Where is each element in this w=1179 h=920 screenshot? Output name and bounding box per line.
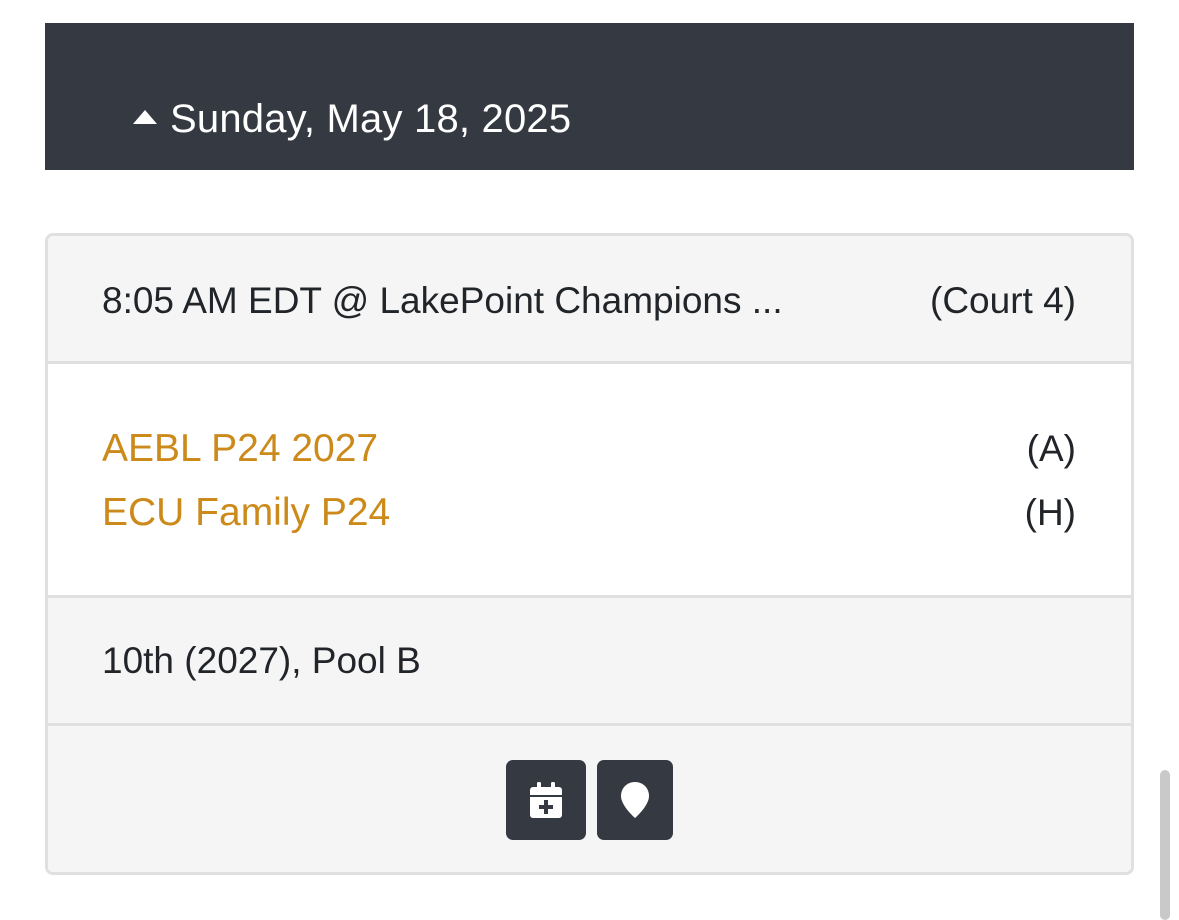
game-teams: AEBL P24 2027 (A) ECU Family P24 (H) — [48, 364, 1131, 598]
day-title: Sunday, May 18, 2025 — [170, 97, 572, 141]
game-actions — [48, 726, 1131, 872]
add-to-calendar-button[interactable] — [506, 760, 586, 840]
game-card-header: 8:05 AM EDT @ LakePoint Champions ... (C… — [48, 236, 1131, 364]
team-link-home[interactable]: ECU Family P24 — [102, 488, 390, 538]
team-row: AEBL P24 2027 (A) — [102, 424, 1076, 474]
game-division: 10th (2027), Pool B — [102, 640, 421, 681]
team-side-label: (H) — [1024, 492, 1076, 533]
game-court: (Court 4) — [930, 280, 1076, 321]
team-row: ECU Family P24 (H) — [102, 488, 1076, 538]
team-side-label: (A) — [1026, 428, 1076, 469]
team-link-away[interactable]: AEBL P24 2027 — [102, 424, 378, 474]
schedule-page: Sunday, May 18, 2025 8:05 AM EDT @ LakeP… — [0, 0, 1179, 920]
map-location-button[interactable] — [597, 760, 673, 840]
caret-up-icon — [133, 110, 157, 124]
game-division-row: 10th (2027), Pool B — [48, 598, 1131, 726]
game-time-venue: 8:05 AM EDT @ LakePoint Champions ... — [102, 280, 783, 321]
day-header-toggle[interactable]: Sunday, May 18, 2025 — [45, 23, 1134, 170]
map-pin-icon — [621, 782, 649, 818]
game-card: 8:05 AM EDT @ LakePoint Champions ... (C… — [45, 233, 1134, 875]
calendar-add-icon — [530, 782, 562, 818]
scrollbar-thumb[interactable] — [1160, 770, 1170, 920]
